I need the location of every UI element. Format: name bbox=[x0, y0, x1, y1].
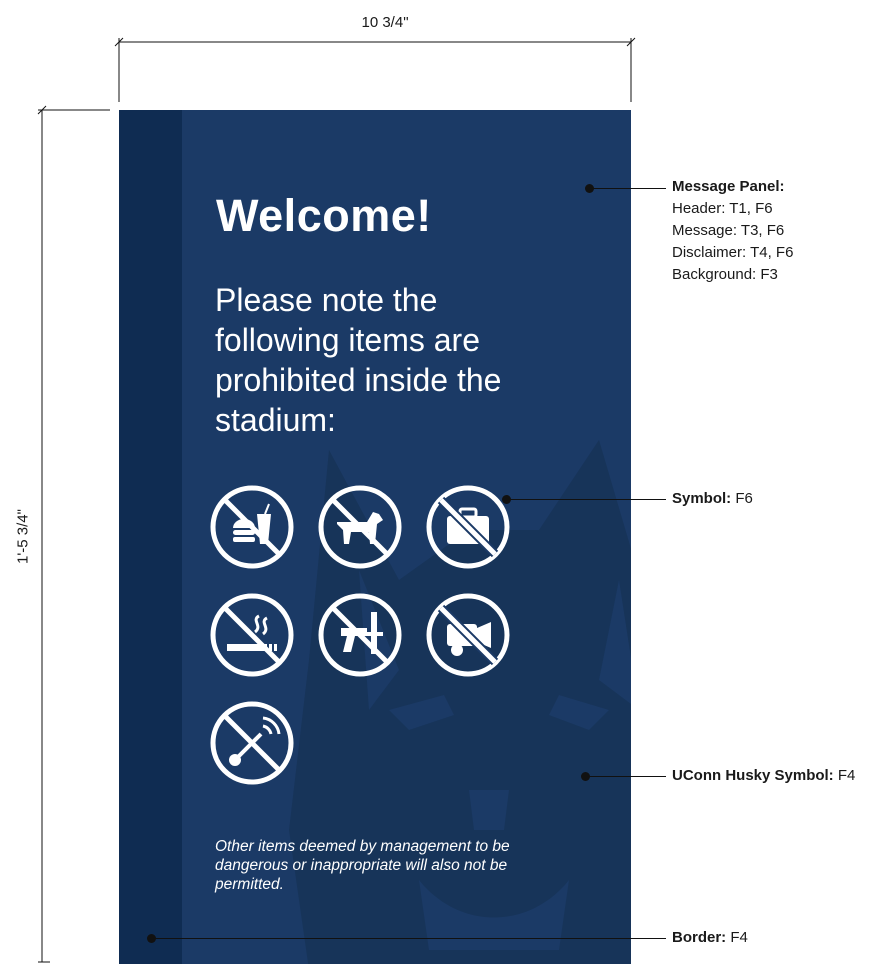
border-callout-value: F4 bbox=[730, 929, 748, 946]
symbol-callout-value: F6 bbox=[735, 490, 753, 507]
message-panel-leader-line bbox=[589, 188, 666, 189]
width-dimension-label: 10 3/4" bbox=[361, 14, 409, 31]
no-pets-icon bbox=[318, 485, 402, 569]
symbol-callout-title: Symbol: bbox=[672, 490, 732, 507]
husky-callout-title: UConn Husky Symbol: bbox=[672, 767, 834, 784]
no-selfie-sticks-icon bbox=[210, 701, 294, 785]
no-food-drink-icon bbox=[210, 485, 294, 569]
height-dimension-label: 1'-5 3/4" bbox=[14, 509, 32, 564]
border-callout-title: Border: bbox=[672, 929, 727, 946]
border-callout: Border: F4 bbox=[672, 927, 748, 949]
symbol-callout: Symbol: F6 bbox=[672, 488, 753, 510]
border-leader-line bbox=[151, 938, 666, 939]
husky-leader-line bbox=[585, 776, 666, 777]
message-panel-callout-line: Message: T3, F6 bbox=[672, 222, 785, 239]
no-cameras-icon bbox=[426, 593, 510, 677]
message-panel-callout: Message Panel: Header: T1, F6 Message: T… bbox=[672, 176, 793, 286]
no-smoking-icon bbox=[210, 593, 294, 677]
message-panel-callout-title: Message Panel: bbox=[672, 178, 785, 195]
sign-border bbox=[119, 110, 182, 964]
message-panel-callout-line: Background: F3 bbox=[672, 266, 778, 283]
husky-callout-value: F4 bbox=[837, 767, 856, 784]
message-panel-callout-line: Disclaimer: T4, F6 bbox=[672, 244, 794, 261]
no-bags-icon bbox=[426, 485, 510, 569]
message-panel: Welcome! Please note the following items… bbox=[119, 110, 631, 964]
husky-callout: UConn Husky Symbol: F4 bbox=[672, 765, 855, 787]
message-panel-callout-line: Header: T1, F6 bbox=[672, 200, 773, 217]
sign-message: Please note the following items are proh… bbox=[215, 282, 502, 438]
no-weapons-icon bbox=[318, 593, 402, 677]
sign-disclaimer: Other items deemed by management to be d… bbox=[215, 838, 510, 893]
symbol-leader-line bbox=[506, 499, 666, 500]
sign-header: Welcome! bbox=[216, 190, 432, 241]
